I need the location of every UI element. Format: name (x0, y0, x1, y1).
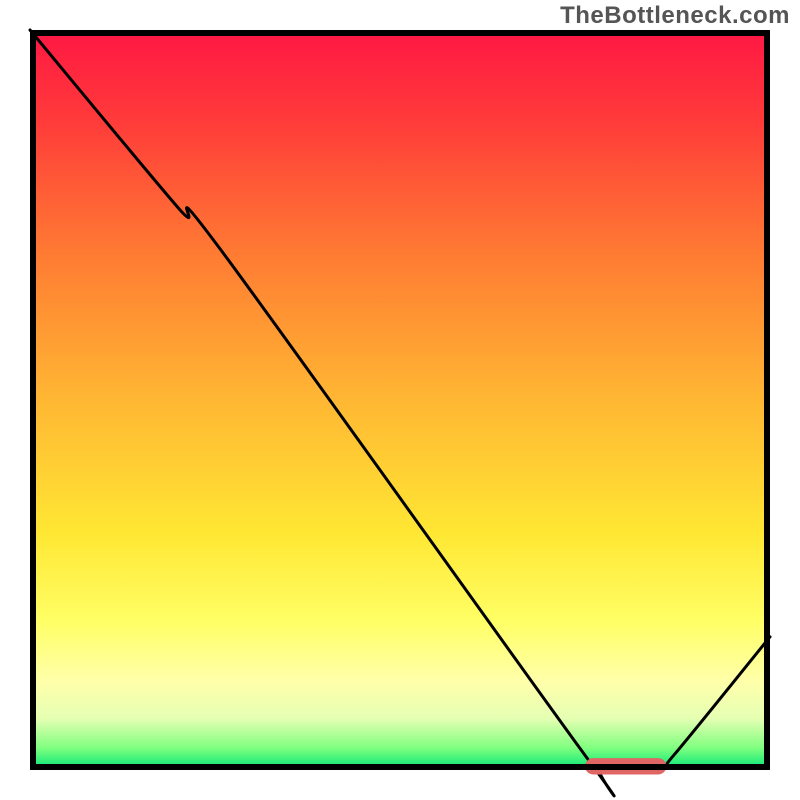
plot-background-gradient (30, 30, 770, 770)
bottleneck-chart (0, 0, 800, 800)
watermark-text: TheBottleneck.com (560, 2, 790, 30)
chart-container: TheBottleneck.com (0, 0, 800, 800)
